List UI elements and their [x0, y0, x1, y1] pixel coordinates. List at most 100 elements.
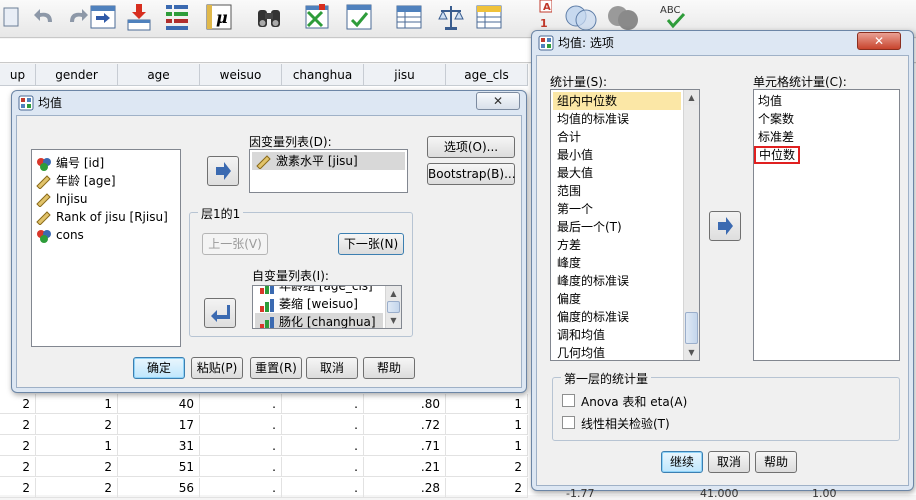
- column-header[interactable]: up: [0, 64, 36, 86]
- linearity-checkbox[interactable]: [562, 416, 575, 429]
- grid-cell[interactable]: .: [282, 394, 364, 414]
- grid-cell[interactable]: .: [200, 478, 282, 498]
- options-titlebar[interactable]: 均值: 选项 ✕: [532, 31, 913, 55]
- grid-cell[interactable]: .: [282, 457, 364, 477]
- independent-item[interactable]: 萎缩 [weisuo]: [255, 295, 383, 313]
- cell-statistic-item[interactable]: 个案数: [754, 110, 899, 128]
- statistics-list[interactable]: 组内中位数 均值的标准误 合计 最小值 最大值 范围 第一个 最后一个(T) 方差 峰度 峰度的标准…: [550, 89, 700, 361]
- grid-cell[interactable]: .: [200, 457, 282, 477]
- source-variable-item[interactable]: lnjisu: [32, 190, 180, 208]
- select-cases-icon[interactable]: [394, 2, 424, 32]
- grid-cell[interactable]: 2: [446, 457, 528, 477]
- anova-checkbox[interactable]: [562, 394, 575, 407]
- statistic-item[interactable]: 偏度: [553, 290, 681, 308]
- statistic-item[interactable]: 几何均值: [553, 344, 681, 360]
- statistic-item[interactable]: 均值的标准误: [553, 110, 681, 128]
- cell-statistic-item[interactable]: 标准差: [754, 128, 899, 146]
- options-close-button[interactable]: ✕: [857, 32, 901, 50]
- scroll-up-arrow[interactable]: ▲: [386, 286, 401, 301]
- statistic-item[interactable]: 最大值: [553, 164, 681, 182]
- grid-cell[interactable]: .21: [364, 457, 446, 477]
- cell-statistic-item[interactable]: 均值: [754, 92, 899, 110]
- grid-cell[interactable]: .: [200, 436, 282, 456]
- statistic-item[interactable]: 合计: [553, 128, 681, 146]
- paste-button[interactable]: 粘贴(P): [191, 357, 243, 379]
- next-layer-button[interactable]: 下一张(N): [338, 233, 404, 255]
- scroll-thumb[interactable]: [685, 312, 698, 344]
- options-cancel-button[interactable]: 取消: [708, 451, 750, 473]
- spell-check-icon[interactable]: ABC: [658, 2, 694, 32]
- grid-cell[interactable]: .: [200, 415, 282, 435]
- options-button[interactable]: 选项(O)...: [427, 136, 515, 158]
- grid-cell[interactable]: 51: [118, 457, 200, 477]
- source-variable-item[interactable]: cons: [32, 226, 180, 244]
- dependent-list[interactable]: 激素水平 [jisu]: [249, 149, 408, 193]
- source-variable-item[interactable]: 编号 [id]: [32, 154, 180, 172]
- undo-icon[interactable]: [30, 2, 60, 32]
- grid-cell[interactable]: 2: [0, 394, 36, 414]
- independent-list[interactable]: 年龄组 [age_cls] 萎缩 [weisuo] 肠化 [changhua] ▲ …: [252, 285, 402, 329]
- venn-icon[interactable]: A1: [522, 0, 552, 30]
- source-variable-item[interactable]: 年龄 [age]: [32, 172, 180, 190]
- column-header[interactable]: changhua: [282, 64, 364, 86]
- insert-case-icon[interactable]: [124, 2, 154, 32]
- cancel-button[interactable]: 取消: [306, 357, 358, 379]
- means-close-button[interactable]: ✕: [476, 92, 520, 110]
- grid-cell[interactable]: 17: [118, 415, 200, 435]
- cell-statistics-list[interactable]: 均值 个案数 标准差 中位数: [753, 89, 900, 361]
- statistic-item[interactable]: 第一个: [553, 200, 681, 218]
- grid-cell[interactable]: 2: [0, 457, 36, 477]
- statistic-item[interactable]: 方差: [553, 236, 681, 254]
- grid-cell[interactable]: 2: [36, 457, 118, 477]
- grid-cell[interactable]: 2: [446, 478, 528, 498]
- find-icon[interactable]: [254, 2, 284, 32]
- grid-cell[interactable]: 1: [36, 394, 118, 414]
- grid-cell[interactable]: .: [282, 415, 364, 435]
- column-header[interactable]: weisuo: [200, 64, 282, 86]
- scroll-thumb[interactable]: [387, 301, 400, 313]
- options-help-button[interactable]: 帮助: [755, 451, 797, 473]
- column-header[interactable]: jisu: [364, 64, 446, 86]
- independent-item[interactable]: 肠化 [changhua]: [255, 313, 383, 328]
- grid-cell[interactable]: 56: [118, 478, 200, 498]
- scroll-down-arrow[interactable]: ▼: [386, 313, 401, 328]
- scroll-up-arrow[interactable]: ▲: [684, 90, 699, 105]
- weight-cases-icon[interactable]: [436, 2, 466, 32]
- statistic-item[interactable]: 峰度的标准误: [553, 272, 681, 290]
- move-to-independent-button[interactable]: [204, 298, 236, 328]
- insert-variable-icon[interactable]: [302, 2, 332, 32]
- split-file-icon[interactable]: [344, 2, 374, 32]
- grid-cell[interactable]: 2: [0, 415, 36, 435]
- column-header[interactable]: age: [118, 64, 200, 86]
- circles-icon[interactable]: [562, 2, 602, 32]
- grid-cell[interactable]: 31: [118, 436, 200, 456]
- grid-cell[interactable]: 1: [446, 394, 528, 414]
- statistics-scrollbar[interactable]: ▲ ▼: [683, 90, 699, 360]
- column-header[interactable]: age_cls: [446, 64, 528, 86]
- statistic-item[interactable]: 范围: [553, 182, 681, 200]
- grid-cell[interactable]: 1: [36, 436, 118, 456]
- move-to-cell-stats-button[interactable]: [709, 211, 741, 241]
- statistic-item[interactable]: 最后一个(T): [553, 218, 681, 236]
- statistic-item[interactable]: 偏度的标准误: [553, 308, 681, 326]
- continue-button[interactable]: 继续: [661, 451, 703, 473]
- means-titlebar[interactable]: 均值 ✕: [12, 91, 526, 115]
- grid-cell[interactable]: .: [282, 436, 364, 456]
- source-variable-item[interactable]: Rank of jisu [Rjisu]: [32, 208, 180, 226]
- dependent-item-jisu[interactable]: 激素水平 [jisu]: [252, 152, 405, 170]
- goto-case-icon[interactable]: [88, 2, 118, 32]
- grid-cell[interactable]: 2: [36, 415, 118, 435]
- help-button[interactable]: 帮助: [363, 357, 415, 379]
- source-variable-list[interactable]: 编号 [id] 年龄 [age] lnjisu Rank of jisu [Rjisu…: [31, 149, 181, 347]
- statistic-item[interactable]: 最小值: [553, 146, 681, 164]
- variables-icon[interactable]: [162, 2, 192, 32]
- grid-cell[interactable]: .72: [364, 415, 446, 435]
- use-sets-icon[interactable]: [474, 2, 504, 32]
- grid-cell[interactable]: 1: [446, 436, 528, 456]
- grid-cell[interactable]: .: [282, 478, 364, 498]
- independent-item[interactable]: 年龄组 [age_cls]: [255, 286, 383, 295]
- cell-statistic-item[interactable]: 中位数: [754, 146, 899, 164]
- grid-cell[interactable]: .: [200, 394, 282, 414]
- value-labels-icon[interactable]: μ: [204, 2, 234, 32]
- statistic-item[interactable]: 组内中位数: [553, 92, 681, 110]
